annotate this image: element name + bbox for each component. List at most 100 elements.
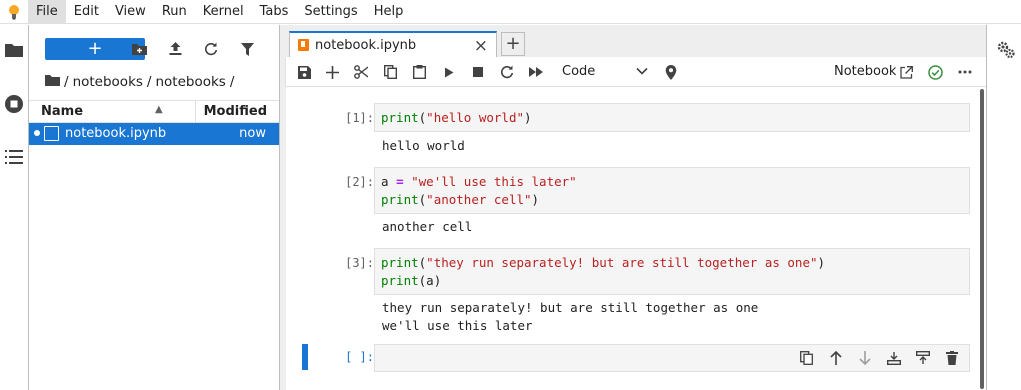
file-modified: now (239, 126, 266, 141)
restart-icon[interactable] (498, 63, 516, 81)
toc-list-icon[interactable] (3, 146, 25, 168)
code-token: ) (817, 255, 826, 270)
cell-output: another cell (382, 218, 472, 236)
code-line: print("they run separately! but are stil… (381, 254, 963, 272)
code-line: print("another cell") (381, 191, 963, 209)
duplicate-icon[interactable] (792, 348, 821, 368)
insert-cell-icon[interactable] (323, 63, 341, 81)
file-row-notebook[interactable]: notebook.ipynb now (29, 123, 279, 145)
output-line: hello world (382, 138, 465, 153)
notebook-tab-icon (298, 39, 309, 51)
code-token: "we'll use this later" (411, 174, 577, 189)
upload-icon[interactable] (166, 40, 184, 58)
jupyter-bulb-icon (0, 0, 28, 24)
column-name-header[interactable]: Name (41, 104, 83, 119)
menu-file[interactable]: File (28, 0, 66, 24)
folder-icon[interactable] (3, 39, 25, 61)
breadcrumb-notebooks[interactable]: notebooks (73, 74, 143, 90)
menu-help[interactable]: Help (366, 0, 412, 24)
panel-splitter[interactable] (279, 25, 286, 390)
cell-actions-toolbar (792, 348, 966, 368)
notebook-file-icon (44, 126, 59, 141)
kernel-idle-check-icon (926, 63, 944, 81)
delete-icon[interactable] (937, 348, 966, 368)
column-divider[interactable] (195, 101, 196, 122)
cell-type-select[interactable]: Code (562, 64, 648, 82)
insert-above-icon[interactable] (879, 348, 908, 368)
menu-edit[interactable]: Edit (66, 0, 107, 24)
more-ellipsis-icon[interactable] (956, 63, 974, 81)
open-external-icon[interactable] (897, 63, 915, 81)
output-line: another cell (382, 219, 473, 234)
code-line: print(a) (381, 272, 963, 290)
code-token: a (381, 174, 397, 189)
code-token: ) (531, 192, 540, 207)
save-icon[interactable] (295, 63, 313, 81)
code-token: print (381, 255, 419, 270)
move-down-icon[interactable] (850, 348, 879, 368)
fast-forward-icon[interactable] (527, 63, 545, 81)
file-browser: + / notebooks / notebooks / Name ▲ Modif… (29, 25, 279, 390)
move-up-icon[interactable] (821, 348, 850, 368)
cut-icon[interactable] (352, 63, 370, 81)
new-folder-icon[interactable] (130, 40, 148, 58)
menu-run[interactable]: Run (154, 0, 195, 24)
code-cell-input[interactable]: print("hello world") (374, 103, 970, 132)
tab-label: notebook.ipynb (315, 38, 417, 53)
code-token: (a) (418, 273, 442, 288)
tab-notebook[interactable]: notebook.ipynb × (289, 31, 497, 58)
code-cell-input[interactable]: print("they run separately! but are stil… (374, 248, 970, 295)
cell-type-value: Code (562, 64, 596, 79)
home-folder-icon[interactable] (45, 74, 60, 90)
file-name: notebook.ipynb (65, 126, 167, 141)
copy-icon[interactable] (381, 63, 399, 81)
location-pin-icon[interactable] (662, 63, 680, 81)
cell-prompt: [1]: (345, 111, 374, 125)
notebook-scrollbar[interactable] (980, 89, 984, 389)
file-list-header: Name ▲ Modified (29, 100, 279, 123)
menu-settings[interactable]: Settings (296, 0, 365, 24)
cell-prompt-empty: [ ]: (345, 350, 374, 364)
breadcrumb: / notebooks / notebooks / (45, 73, 238, 91)
breadcrumb-notebooks-current[interactable]: notebooks (155, 74, 225, 90)
running-stop-icon[interactable] (3, 93, 25, 115)
code-token: print (381, 273, 419, 288)
cell-prompt: [3]: (345, 256, 374, 270)
code-token: = (396, 174, 404, 189)
breadcrumb-sep: / (146, 74, 152, 90)
stop-icon[interactable] (469, 63, 487, 81)
run-icon[interactable] (440, 63, 458, 81)
output-line: we'll use this later (382, 318, 533, 333)
filter-icon[interactable] (238, 40, 256, 58)
add-tab-button[interactable]: + (501, 32, 525, 56)
close-icon[interactable]: × (474, 36, 488, 56)
sort-up-icon[interactable]: ▲ (155, 104, 163, 115)
chevron-down-icon (636, 64, 648, 82)
column-modified-header[interactable]: Modified (204, 104, 267, 119)
property-inspector-gear-icon[interactable] (997, 41, 1015, 63)
refresh-icon[interactable] (202, 40, 220, 58)
main-area: notebook.ipynb × + Code Notebook [1]: pr… (286, 25, 986, 390)
notebook-toolbar: Code Notebook (286, 57, 986, 87)
paste-icon[interactable] (410, 63, 428, 81)
notebook-panel: [1]: print("hello world") hello world [2… (286, 87, 986, 390)
output-line: they run separately! but are still toget… (382, 300, 759, 315)
code-token: "hello world" (426, 110, 525, 125)
insert-below-icon[interactable] (908, 348, 937, 368)
cell-output: they run separately! but are still toget… (382, 299, 758, 335)
cell-output: hello world (382, 137, 465, 155)
menu-tabs[interactable]: Tabs (252, 0, 297, 24)
active-cell-marker[interactable] (302, 344, 308, 370)
code-token: "another cell" (426, 192, 532, 207)
kernel-name[interactable]: Notebook (834, 64, 896, 79)
code-token: print (381, 192, 419, 207)
menu-kernel[interactable]: Kernel (195, 0, 252, 24)
menu-bar: File Edit View Run Kernel Tabs Settings … (0, 0, 1021, 24)
code-cell-input[interactable]: a = "we'll use this later" print("anothe… (374, 167, 970, 214)
breadcrumb-sep: / (64, 74, 69, 90)
cell-prompt: [2]: (345, 175, 374, 189)
menu-view[interactable]: View (107, 0, 154, 24)
right-sidebar (986, 25, 1021, 390)
code-token: "they run separately! but are still toge… (426, 255, 818, 270)
